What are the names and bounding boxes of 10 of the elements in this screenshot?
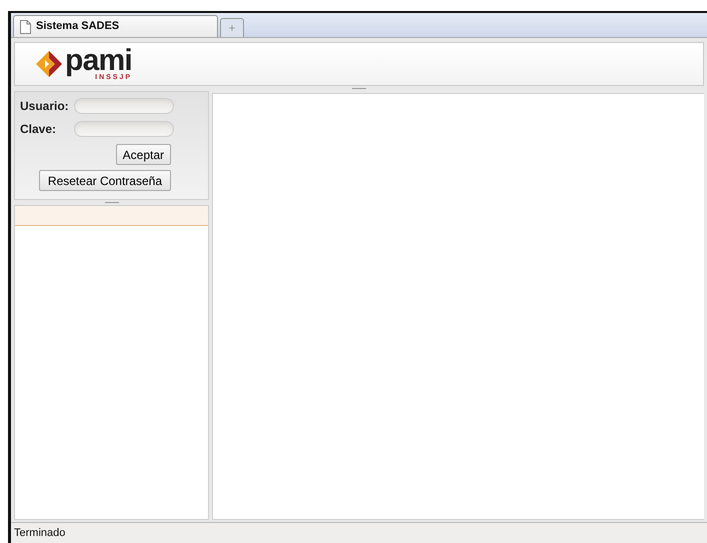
input-field[interactable] — [74, 121, 174, 137]
accept-button[interactable]: Aceptar — [116, 144, 171, 165]
browser-tab[interactable]: Sistema SADES — [13, 15, 218, 37]
status-text: Terminado — [14, 526, 66, 541]
field-label: Usuario: — [20, 98, 70, 115]
page-icon — [20, 20, 31, 34]
input-field[interactable] — [74, 98, 174, 114]
logo-icon — [35, 50, 63, 78]
reset-password-button[interactable]: Resetear Contraseña — [38, 170, 171, 191]
field-label: Clave: — [20, 121, 58, 138]
